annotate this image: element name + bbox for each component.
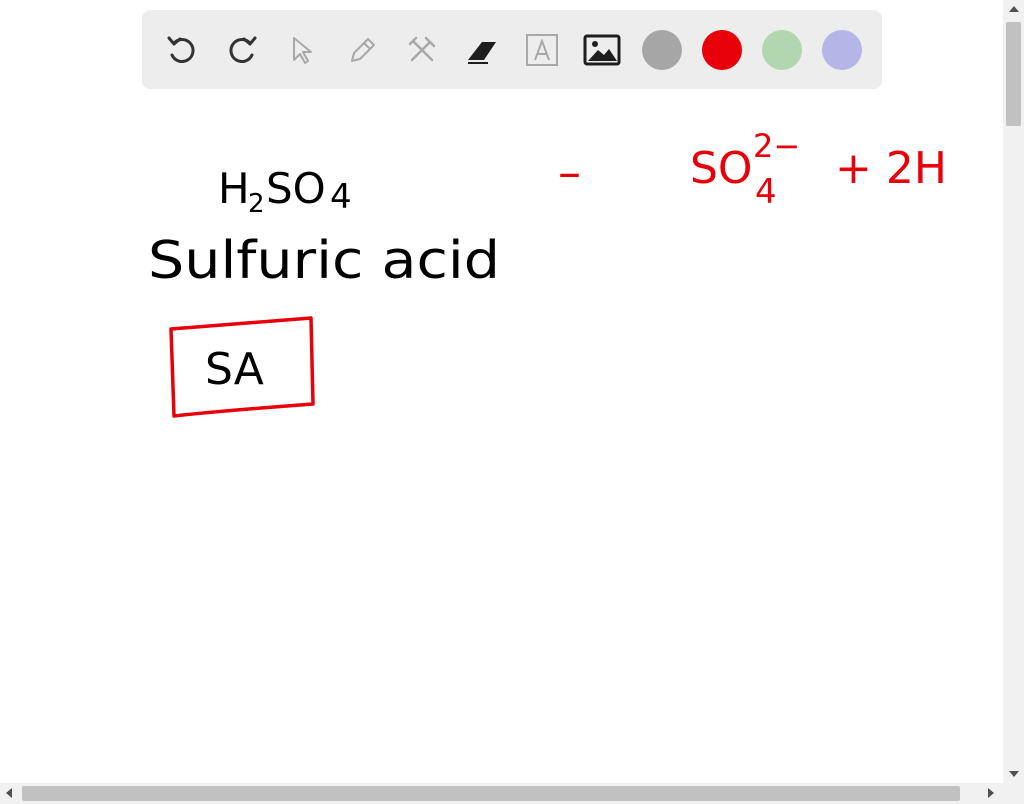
whiteboard-canvas[interactable] <box>0 0 1003 783</box>
pointer-icon <box>293 37 312 64</box>
vertical-scroll-thumb[interactable] <box>1006 22 1021 126</box>
tools-icon <box>408 36 436 62</box>
eraser-tool-button[interactable] <box>461 29 503 71</box>
redo-icon <box>229 36 257 63</box>
tools-button[interactable] <box>401 29 443 71</box>
scroll-right-arrow-icon[interactable] <box>988 788 994 798</box>
scroll-left-arrow-icon[interactable] <box>6 788 12 798</box>
text-tool-button[interactable] <box>521 29 563 71</box>
horizontal-scroll-thumb[interactable] <box>22 786 960 801</box>
eraser-icon <box>468 42 496 64</box>
select-tool-button[interactable] <box>281 29 323 71</box>
pen-tool-button[interactable] <box>341 29 383 71</box>
scroll-up-arrow-icon[interactable] <box>1009 6 1019 12</box>
drawing-toolbar <box>142 10 882 89</box>
color-swatch-gray[interactable] <box>642 30 682 70</box>
undo-button[interactable] <box>161 29 203 71</box>
image-icon <box>583 34 621 66</box>
color-swatch-lavender[interactable] <box>822 30 862 70</box>
scroll-down-arrow-icon[interactable] <box>1009 771 1019 777</box>
color-swatch-red[interactable] <box>702 30 742 70</box>
pencil-icon <box>351 38 375 62</box>
redo-button[interactable] <box>221 29 263 71</box>
color-swatch-green[interactable] <box>762 30 802 70</box>
undo-icon <box>167 36 195 63</box>
text-box-icon <box>526 34 558 66</box>
scrollbar-corner <box>1003 783 1024 804</box>
image-tool-button[interactable] <box>581 29 623 71</box>
